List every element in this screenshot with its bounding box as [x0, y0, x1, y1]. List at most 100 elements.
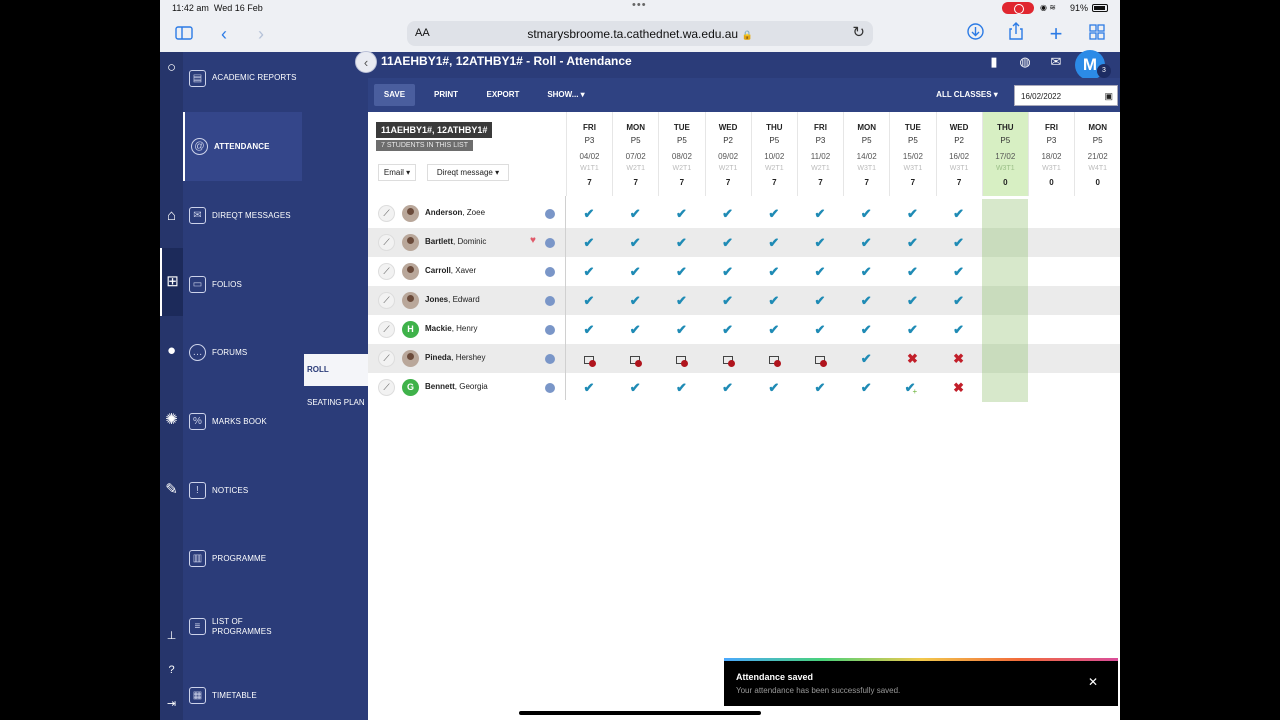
student-name[interactable]: Pineda, Hershey — [425, 353, 485, 362]
late-note-icon[interactable] — [751, 344, 797, 373]
student-name[interactable]: Carroll, Xaver — [425, 266, 476, 275]
present-check-icon[interactable]: ✔ — [612, 257, 658, 286]
empty-attendance-cell[interactable] — [1074, 228, 1120, 257]
present-note-icon[interactable]: ✔+ — [889, 373, 935, 402]
present-check-icon[interactable]: ✔ — [797, 257, 843, 286]
trend-chart-icon[interactable]: ⟋ — [378, 263, 395, 280]
sidebar-item-direqt-messages[interactable]: ✉ DIREQT MESSAGES — [183, 181, 302, 250]
present-check-icon[interactable]: ✔ — [612, 228, 658, 257]
sidebar-item-timetable[interactable]: ▦ TIMETABLE — [183, 664, 302, 720]
globe-icon[interactable]: ◍ — [1016, 54, 1034, 72]
present-check-icon[interactable]: ✔ — [936, 257, 982, 286]
present-check-icon[interactable]: ✔ — [843, 344, 889, 373]
present-check-icon[interactable]: ✔ — [751, 228, 797, 257]
present-check-icon[interactable]: ✔ — [658, 373, 704, 402]
globe-icon[interactable]: ✺ — [160, 410, 183, 428]
save-button[interactable]: SAVE — [374, 84, 415, 106]
present-check-icon[interactable]: ✔ — [751, 199, 797, 228]
status-dot[interactable] — [545, 209, 555, 219]
present-check-icon[interactable]: ✔ — [843, 373, 889, 402]
present-check-icon[interactable]: ✔ — [889, 315, 935, 344]
present-check-icon[interactable]: ✔ — [566, 373, 612, 402]
status-dot[interactable] — [545, 267, 555, 277]
submenu-item-seating-plan[interactable]: SEATING PLAN — [304, 387, 368, 419]
present-check-icon[interactable]: ✔ — [566, 228, 612, 257]
present-check-icon[interactable]: ✔ — [751, 286, 797, 315]
back-button[interactable]: ‹ — [355, 51, 377, 73]
present-check-icon[interactable]: ✔ — [797, 199, 843, 228]
empty-attendance-cell[interactable] — [1074, 286, 1120, 315]
date-column-header[interactable]: THU P5 17/02 W3T1 0 — [981, 112, 1028, 196]
present-check-icon[interactable]: ✔ — [612, 286, 658, 315]
present-check-icon[interactable]: ✔ — [936, 228, 982, 257]
sidebar-item-list-of-programmes[interactable]: ≡ LIST OF PROGRAMMES — [183, 595, 302, 664]
present-check-icon[interactable]: ✔ — [612, 373, 658, 402]
present-check-icon[interactable]: ✔ — [843, 199, 889, 228]
present-check-icon[interactable]: ✔ — [612, 315, 658, 344]
present-check-icon[interactable]: ✔ — [658, 257, 704, 286]
present-check-icon[interactable]: ✔ — [936, 315, 982, 344]
present-check-icon[interactable]: ✔ — [658, 286, 704, 315]
trend-chart-icon[interactable]: ⟋ — [378, 321, 395, 338]
sidebar-item-marks-book[interactable]: % MARKS BOOK — [183, 388, 302, 457]
present-check-icon[interactable]: ✔ — [705, 257, 751, 286]
sidebar-item-forums[interactable]: … FORUMS — [183, 319, 302, 388]
empty-attendance-cell[interactable] — [1028, 199, 1074, 228]
date-column-header[interactable]: MON P5 07/02 W2T1 7 — [612, 112, 658, 196]
direqt-message-dropdown[interactable]: Direqt message ▾ — [427, 164, 509, 181]
present-check-icon[interactable]: ✔ — [658, 199, 704, 228]
date-column-header[interactable]: TUE P5 08/02 W2T1 7 — [658, 112, 704, 196]
student-name[interactable]: Mackie, Henry — [425, 324, 477, 333]
present-check-icon[interactable]: ✔ — [797, 315, 843, 344]
late-note-icon[interactable] — [797, 344, 843, 373]
present-check-icon[interactable]: ✔ — [612, 199, 658, 228]
all-classes-dropdown[interactable]: ALL CLASSES ▾ — [928, 84, 1006, 106]
help-icon[interactable]: ? — [160, 664, 183, 676]
present-check-icon[interactable]: ✔ — [751, 257, 797, 286]
empty-attendance-cell[interactable] — [1028, 315, 1074, 344]
present-check-icon[interactable]: ✔ — [751, 315, 797, 344]
presentation-icon[interactable]: ⊞ — [160, 248, 183, 316]
absent-cross-icon[interactable]: ✖ — [889, 344, 935, 373]
present-check-icon[interactable]: ✔ — [889, 199, 935, 228]
student-name[interactable]: Jones, Edward — [425, 295, 480, 304]
email-dropdown[interactable]: Email ▾ — [378, 164, 416, 181]
bookmark-icon[interactable]: ▮ — [985, 54, 1003, 72]
status-dot[interactable] — [545, 296, 555, 306]
close-icon[interactable]: ✕ — [1088, 675, 1098, 689]
trend-chart-icon[interactable]: ⟋ — [378, 379, 395, 396]
present-check-icon[interactable]: ✔ — [889, 257, 935, 286]
status-dot[interactable] — [545, 383, 555, 393]
empty-attendance-cell[interactable] — [981, 199, 1028, 228]
present-check-icon[interactable]: ✔ — [751, 373, 797, 402]
student-name[interactable]: Anderson, Zoee — [425, 208, 485, 217]
present-check-icon[interactable]: ✔ — [566, 286, 612, 315]
new-tab-icon[interactable]: + — [1044, 22, 1068, 46]
date-column-header[interactable]: FRI P3 11/02 W2T1 7 — [797, 112, 843, 196]
share-icon[interactable] — [1004, 22, 1028, 46]
date-column-header[interactable]: TUE P5 15/02 W3T1 7 — [889, 112, 935, 196]
late-note-icon[interactable] — [566, 344, 612, 373]
present-check-icon[interactable]: ✔ — [566, 315, 612, 344]
logout-icon[interactable]: ⇥ — [160, 697, 183, 710]
late-note-icon[interactable] — [658, 344, 704, 373]
student-name[interactable]: Bennett, Georgia — [425, 382, 488, 391]
reload-icon[interactable]: ↻ — [852, 23, 865, 41]
status-dot[interactable] — [545, 354, 555, 364]
status-dot[interactable] — [545, 325, 555, 335]
date-column-header[interactable]: FRI P3 04/02 W1T1 7 — [566, 112, 612, 196]
present-check-icon[interactable]: ✔ — [843, 286, 889, 315]
heart-icon[interactable]: ♥ — [530, 235, 536, 246]
empty-attendance-cell[interactable] — [1074, 257, 1120, 286]
present-check-icon[interactable]: ✔ — [658, 228, 704, 257]
calendar-icon[interactable]: ▣ — [1104, 86, 1113, 107]
org-chart-icon[interactable]: ⊥ — [160, 629, 183, 642]
tab-overview-icon[interactable] — [1085, 22, 1109, 46]
address-bar[interactable]: AA stmarysbroome.ta.cathednet.wa.edu.au … — [407, 21, 873, 46]
empty-attendance-cell[interactable] — [1028, 344, 1074, 373]
empty-attendance-cell[interactable] — [1028, 228, 1074, 257]
date-column-header[interactable]: MON P5 21/02 W4T1 0 — [1074, 112, 1120, 196]
empty-attendance-cell[interactable] — [981, 257, 1028, 286]
print-button[interactable]: PRINT — [424, 84, 468, 106]
empty-attendance-cell[interactable] — [1074, 315, 1120, 344]
